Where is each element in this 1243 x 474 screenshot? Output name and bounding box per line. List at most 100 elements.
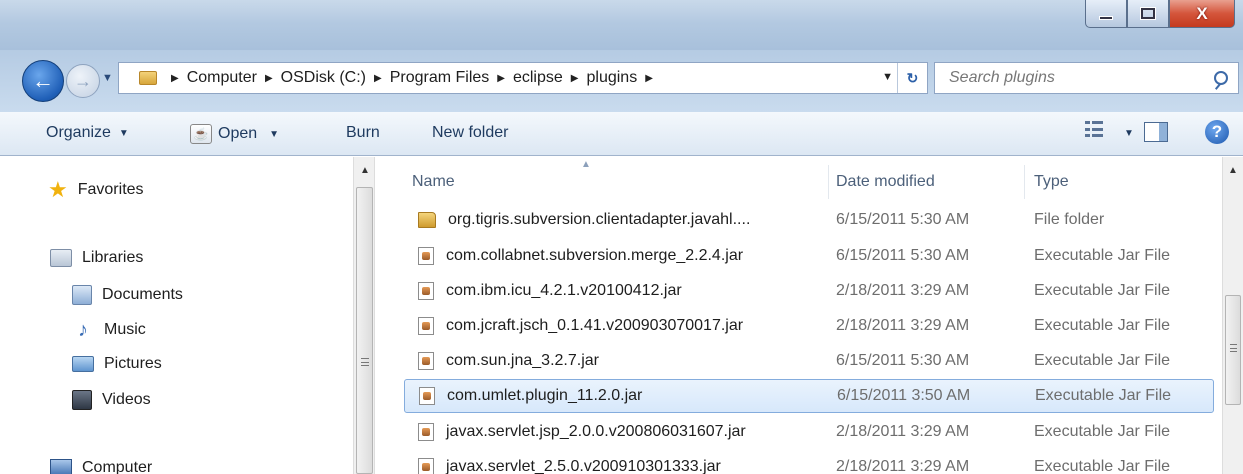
help-icon[interactable]: ?	[1205, 120, 1229, 144]
jar-file-icon	[419, 387, 435, 405]
star-icon: ★	[48, 177, 68, 202]
close-icon: X	[1196, 3, 1208, 23]
file-row[interactable]: javax.servlet_2.5.0.v200910301333.jar 2/…	[404, 450, 1214, 474]
column-header-type[interactable]: Type	[1034, 173, 1069, 191]
maximize-icon	[1141, 8, 1155, 19]
navigation-pane: ★ Favorites Libraries Documents ♪ Music …	[0, 157, 353, 474]
file-type: File folder	[1034, 211, 1105, 228]
breadcrumb-osdisk[interactable]: OSDisk (C:)	[281, 69, 366, 87]
title-bar: X	[0, 0, 1243, 50]
breadcrumb-eclipse[interactable]: eclipse	[513, 69, 563, 87]
sidebar-item-music[interactable]: ♪ Music	[72, 320, 146, 340]
search-input[interactable]: Search plugins	[934, 62, 1239, 94]
refresh-button[interactable]: ↻	[897, 63, 927, 93]
column-divider[interactable]	[1024, 165, 1025, 199]
organize-label: Organize	[46, 124, 111, 141]
file-name: javax.servlet.jsp_2.0.0.v200806031607.ja…	[418, 423, 746, 441]
file-row-selected[interactable]: com.umlet.plugin_11.2.0.jar 6/15/2011 3:…	[404, 379, 1214, 413]
file-row[interactable]: com.sun.jna_3.2.7.jar 6/15/2011 5:30 AM …	[404, 344, 1214, 378]
change-view-icon[interactable]	[1085, 121, 1103, 139]
file-name: org.tigris.subversion.clientadapter.java…	[418, 211, 750, 229]
column-divider[interactable]	[828, 165, 829, 199]
address-bar[interactable]: ▶ Computer ▶ OSDisk (C:) ▶ Program Files…	[118, 62, 928, 94]
sidebar-item-computer[interactable]: Computer	[50, 459, 152, 474]
sidebar-item-pictures[interactable]: Pictures	[72, 355, 162, 373]
folder-icon	[139, 71, 157, 85]
documents-icon	[72, 285, 92, 305]
view-options-dropdown-icon[interactable]: ▼	[1124, 128, 1134, 139]
file-row[interactable]: com.collabnet.subversion.merge_2.2.4.jar…	[404, 239, 1214, 273]
file-name-text: com.umlet.plugin_11.2.0.jar	[447, 387, 643, 404]
open-label: Open	[218, 125, 258, 142]
column-header-name[interactable]: Name	[412, 173, 455, 191]
jar-file-icon	[418, 317, 434, 335]
breadcrumb-separator-icon[interactable]: ▶	[571, 73, 579, 84]
open-button[interactable]: ☕ Open ▼	[190, 124, 279, 144]
breadcrumb-computer[interactable]: Computer	[187, 69, 257, 87]
close-button[interactable]: X	[1169, 0, 1235, 28]
search-icon[interactable]	[1214, 71, 1228, 85]
file-type: Executable Jar File	[1034, 423, 1171, 440]
forward-button[interactable]: →	[66, 64, 100, 98]
breadcrumb-separator-icon[interactable]: ▶	[374, 73, 382, 84]
preview-pane-icon[interactable]	[1144, 122, 1168, 142]
navigation-scrollbar[interactable]: ▲	[353, 157, 375, 474]
column-header-date-modified[interactable]: Date modified	[836, 173, 935, 191]
new-folder-button[interactable]: New folder	[432, 124, 508, 142]
file-list-scrollbar[interactable]: ▲	[1222, 157, 1243, 474]
sidebar-item-documents[interactable]: Documents	[72, 285, 183, 305]
minimize-button[interactable]	[1085, 0, 1127, 28]
breadcrumb-separator-icon[interactable]: ▶	[171, 73, 179, 84]
breadcrumb-plugins[interactable]: plugins	[586, 69, 637, 87]
sidebar-item-videos[interactable]: Videos	[72, 390, 151, 410]
file-row[interactable]: javax.servlet.jsp_2.0.0.v200806031607.ja…	[404, 415, 1214, 449]
scrollbar-thumb[interactable]	[356, 187, 373, 474]
folder-icon	[418, 212, 436, 228]
column-headers: ▲ Name Date modified Type	[376, 157, 1222, 205]
scroll-up-icon[interactable]: ▲	[1228, 165, 1238, 176]
grip-icon	[1230, 344, 1237, 352]
recent-pages-dropdown[interactable]: ▼	[102, 72, 113, 84]
sidebar-item-favorites[interactable]: ★ Favorites	[48, 179, 144, 201]
sidebar-item-label: Favorites	[77, 181, 144, 198]
sidebar-item-libraries[interactable]: Libraries	[50, 249, 143, 267]
file-row[interactable]: org.tigris.subversion.clientadapter.java…	[404, 203, 1214, 237]
file-row[interactable]: com.ibm.icu_4.2.1.v20100412.jar 2/18/201…	[404, 274, 1214, 308]
back-arrow-icon: ←	[32, 68, 54, 93]
new-folder-label: New folder	[432, 124, 509, 141]
music-icon: ♪	[78, 319, 88, 341]
libraries-icon	[50, 249, 72, 267]
file-row[interactable]: com.jcraft.jsch_0.1.41.v200903070017.jar…	[404, 309, 1214, 343]
burn-button[interactable]: Burn	[346, 124, 380, 142]
breadcrumb-separator-icon[interactable]: ▶	[645, 73, 653, 84]
computer-icon	[50, 459, 72, 474]
sort-ascending-icon: ▲	[581, 159, 591, 170]
file-type: Executable Jar File	[1034, 282, 1171, 299]
address-dropdown-icon[interactable]: ▼	[882, 71, 893, 83]
file-name-text: javax.servlet_2.5.0.v200910301333.jar	[446, 458, 721, 474]
scroll-up-icon[interactable]: ▲	[360, 165, 370, 176]
sidebar-item-label: Pictures	[104, 355, 162, 372]
organize-button[interactable]: Organize ▼	[46, 124, 129, 142]
sidebar-item-label: Documents	[102, 286, 183, 303]
file-name: com.ibm.icu_4.2.1.v20100412.jar	[418, 282, 682, 300]
file-name-text: javax.servlet.jsp_2.0.0.v200806031607.ja…	[446, 423, 746, 440]
breadcrumb-program-files[interactable]: Program Files	[390, 69, 490, 87]
sidebar-item-label: Videos	[102, 391, 151, 408]
maximize-button[interactable]	[1127, 0, 1169, 28]
breadcrumb-separator-icon[interactable]: ▶	[497, 73, 505, 84]
breadcrumb-separator-icon[interactable]: ▶	[265, 73, 273, 84]
sidebar-item-label: Libraries	[82, 249, 144, 266]
file-date: 6/15/2011 5:30 AM	[836, 352, 970, 369]
file-type: Executable Jar File	[1034, 317, 1171, 334]
chevron-down-icon: ▼	[269, 128, 280, 140]
file-date: 2/18/2011 3:29 AM	[836, 423, 970, 440]
file-list: ▲ Name Date modified Type org.tigris.sub…	[376, 157, 1222, 474]
file-name: com.jcraft.jsch_0.1.41.v200903070017.jar	[418, 317, 743, 335]
jar-file-icon	[418, 423, 434, 441]
file-name: com.umlet.plugin_11.2.0.jar	[419, 387, 642, 405]
scrollbar-thumb[interactable]	[1225, 295, 1241, 405]
back-button[interactable]: ←	[22, 60, 64, 102]
file-date: 6/15/2011 5:30 AM	[836, 247, 970, 264]
refresh-icon: ↻	[906, 69, 919, 86]
